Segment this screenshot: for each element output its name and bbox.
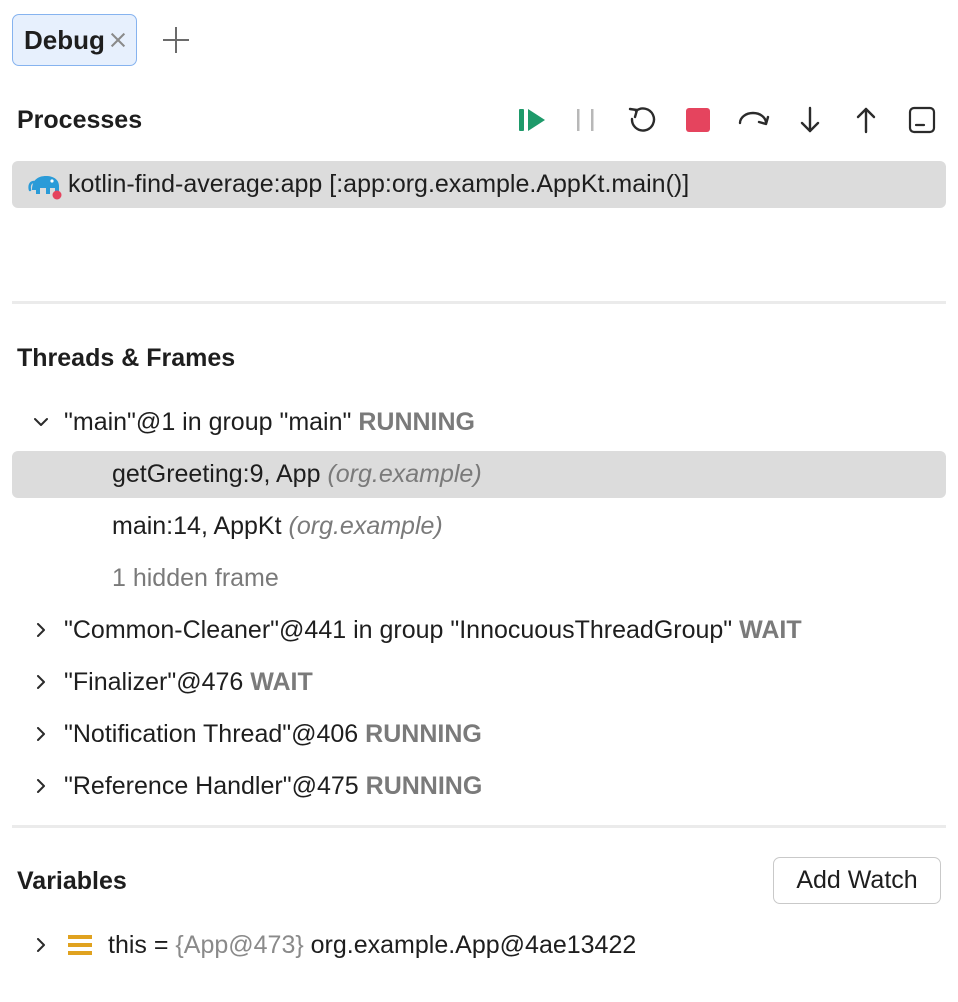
frame-package: (org.example) bbox=[288, 512, 443, 540]
thread-status: RUNNING bbox=[358, 408, 476, 436]
variable-ref: {App@473} bbox=[175, 931, 304, 959]
chevron-right-icon[interactable] bbox=[34, 779, 48, 793]
process-item[interactable]: kotlin-find-average:app [:app:org.exampl… bbox=[12, 161, 946, 208]
chevron-right-icon[interactable] bbox=[34, 623, 48, 637]
frame-row[interactable]: main:14, AppKt (org.example) bbox=[12, 503, 946, 550]
debug-toolbar bbox=[510, 100, 946, 140]
chevron-right-icon[interactable] bbox=[34, 938, 48, 952]
frame-package: (org.example) bbox=[327, 460, 482, 488]
variable-equals: = bbox=[153, 931, 169, 959]
thread-name: "Notification Thread"@406 bbox=[64, 720, 359, 748]
process-label: kotlin-find-average:app [:app:org.exampl… bbox=[68, 170, 690, 198]
debug-panel: Debug Processes kotlin-find-average:app … bbox=[0, 0, 958, 1002]
threads-title: Threads & Frames bbox=[17, 344, 236, 372]
add-watch-button[interactable]: Add Watch bbox=[773, 857, 941, 904]
variable-name: this bbox=[108, 931, 147, 959]
chevron-down-icon[interactable] bbox=[34, 415, 48, 429]
section-divider bbox=[12, 825, 946, 828]
thread-name: "Reference Handler"@475 bbox=[64, 772, 359, 800]
thread-row[interactable]: "Reference Handler"@475 RUNNING bbox=[12, 763, 946, 810]
step-out-icon[interactable] bbox=[846, 100, 886, 140]
tab-debug-label: Debug bbox=[24, 24, 105, 55]
thread-status: RUNNING bbox=[365, 772, 483, 800]
frame-label: main:14, AppKt bbox=[112, 512, 282, 540]
object-field-icon bbox=[68, 935, 92, 955]
thread-name: "main"@1 in group "main" bbox=[64, 408, 352, 436]
thread-status: WAIT bbox=[739, 616, 802, 644]
pause-icon[interactable] bbox=[566, 100, 606, 140]
stop-icon[interactable] bbox=[678, 100, 718, 140]
tab-debug[interactable]: Debug bbox=[12, 14, 137, 66]
restore-layout-icon[interactable] bbox=[902, 100, 942, 140]
thread-row[interactable]: "Notification Thread"@406 RUNNING bbox=[12, 711, 946, 758]
hidden-frames-row[interactable]: 1 hidden frame bbox=[12, 555, 946, 602]
resume-icon[interactable] bbox=[512, 100, 552, 140]
thread-name: "Finalizer"@476 bbox=[64, 668, 244, 696]
thread-status: RUNNING bbox=[365, 720, 482, 748]
thread-row[interactable]: "Finalizer"@476 WAIT bbox=[12, 659, 946, 706]
chevron-right-icon[interactable] bbox=[34, 675, 48, 689]
step-into-icon[interactable] bbox=[790, 100, 830, 140]
frame-row-selected[interactable]: getGreeting:9, App (org.example) bbox=[12, 451, 946, 498]
variable-value: org.example.App@4ae13422 bbox=[310, 931, 637, 959]
close-icon[interactable] bbox=[109, 31, 127, 49]
step-over-icon[interactable] bbox=[734, 100, 774, 140]
processes-title: Processes bbox=[17, 106, 143, 134]
frame-label: getGreeting:9, App bbox=[112, 460, 321, 488]
section-divider bbox=[12, 301, 946, 304]
variable-row[interactable]: this = {App@473} org.example.App@4ae1342… bbox=[12, 922, 946, 969]
tab-bar: Debug bbox=[12, 13, 189, 67]
thread-status: WAIT bbox=[250, 668, 313, 696]
thread-row[interactable]: "main"@1 in group "main" RUNNING bbox=[12, 399, 946, 446]
rerun-icon[interactable] bbox=[622, 100, 662, 140]
thread-row[interactable]: "Common-Cleaner"@441 in group "Innocuous… bbox=[12, 607, 946, 654]
plus-icon[interactable] bbox=[162, 27, 189, 53]
thread-name: "Common-Cleaner"@441 in group "Innocuous… bbox=[64, 616, 733, 644]
hidden-frames-label: 1 hidden frame bbox=[112, 564, 279, 592]
gradle-elephant-icon bbox=[28, 170, 64, 200]
chevron-right-icon[interactable] bbox=[34, 727, 48, 741]
variables-title: Variables bbox=[17, 867, 127, 895]
